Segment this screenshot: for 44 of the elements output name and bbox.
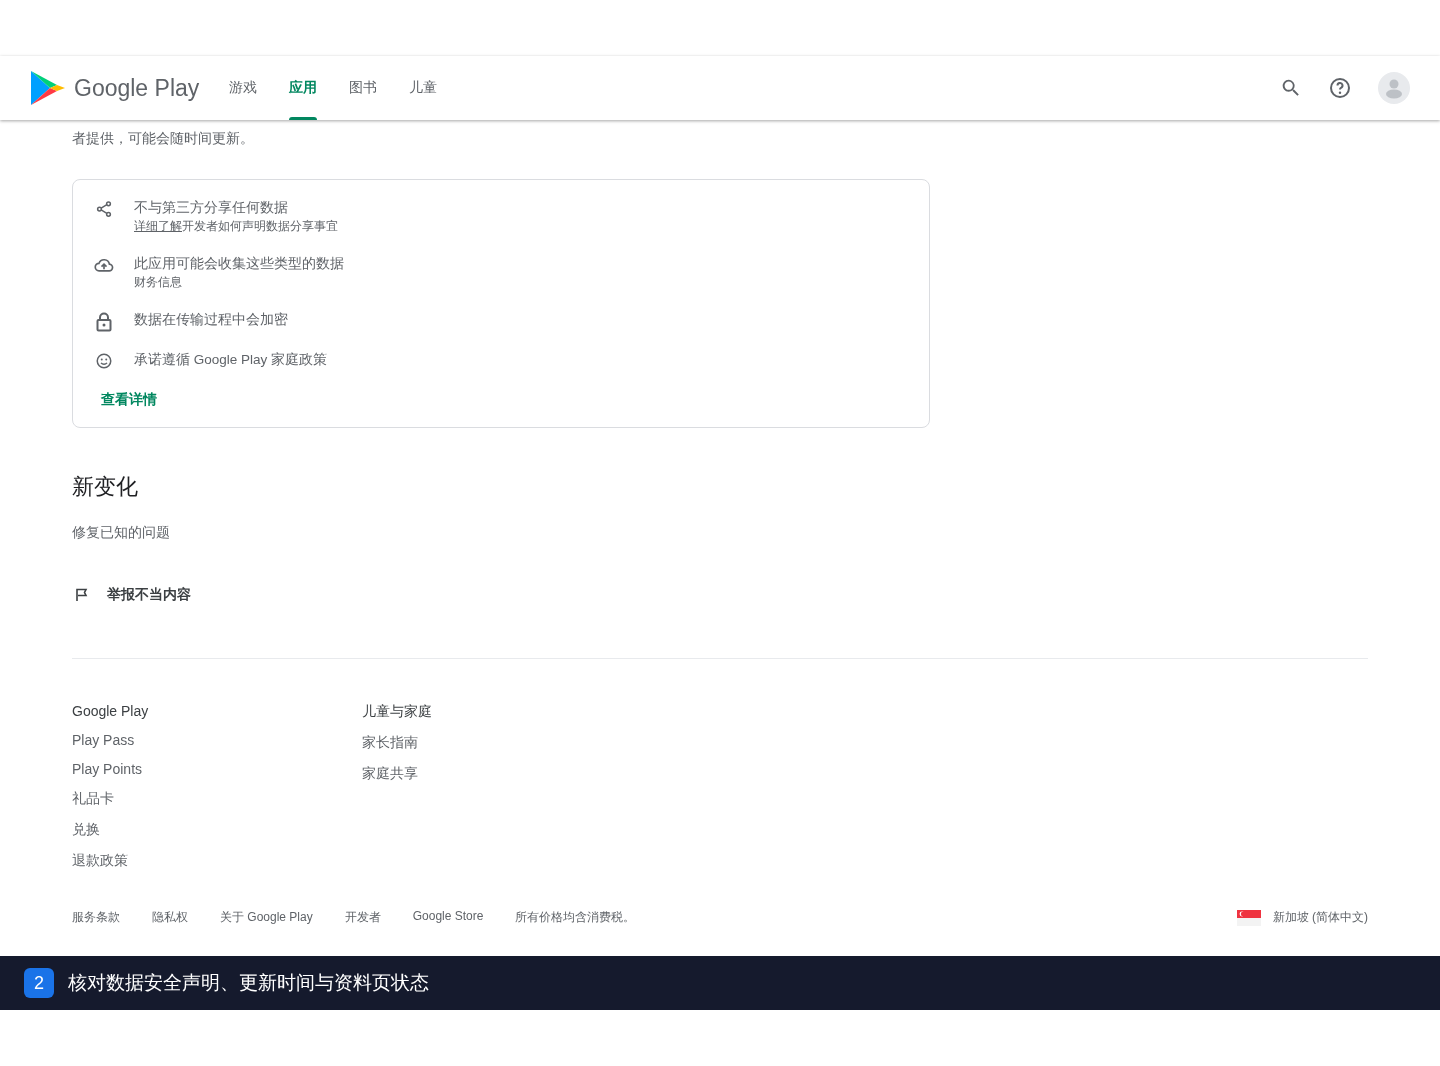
footer-link[interactable]: 关于 Google Play [220, 909, 313, 926]
safety-item-note: 财务信息 [134, 274, 183, 291]
flag-icon [75, 588, 89, 602]
cloud-upload-icon [94, 256, 114, 274]
footer-link[interactable]: 家庭共享 [362, 765, 652, 783]
learn-more-link[interactable]: 详细了解 [134, 219, 182, 233]
nav-tab[interactable]: 应用 [273, 56, 334, 120]
safety-item-title: 此应用可能会收集这些类型的数据 [134, 255, 344, 273]
footer-link[interactable]: Play Pass [72, 732, 362, 748]
nav-tab[interactable]: 儿童 [393, 56, 454, 120]
safety-item-title: 数据在传输过程中会加密 [134, 311, 288, 329]
safety-item-title: 不与第三方分享任何数据 [134, 199, 289, 217]
footer-link[interactable]: 兑换 [72, 821, 362, 839]
footer-link[interactable]: 开发者 [344, 909, 381, 926]
lock-icon [96, 312, 112, 332]
details-link[interactable]: 查看详情 [101, 391, 157, 409]
footer-link[interactable]: 所有价格均含消费税。 [515, 909, 636, 926]
help-icon[interactable] [1328, 76, 1352, 100]
footer-link[interactable]: Google Store [412, 909, 484, 926]
play-logo-icon[interactable] [30, 69, 66, 107]
nav-tab[interactable]: 图书 [333, 56, 394, 120]
brand-name[interactable]: Google Play [74, 74, 200, 102]
safety-item-note: 详细了解开发者如何声明数据分享事宜 [134, 218, 338, 235]
footer-link[interactable]: 礼品卡 [72, 790, 362, 808]
whats-new-text: 修复已知的问题 [72, 524, 171, 542]
region-link[interactable]: 新加坡 (简体中文) [1272, 909, 1368, 926]
caption-text: 核对数据安全声明、更新时间与资料页状态 [68, 971, 429, 995]
share-icon [95, 200, 113, 218]
nav-tab[interactable]: 游戏 [213, 56, 274, 120]
footer-heading[interactable]: 儿童与家庭 [362, 703, 652, 721]
footer-link[interactable]: 服务条款 [72, 909, 120, 926]
footer-link[interactable]: 家长指南 [362, 734, 652, 752]
safety-item-title: 承诺遵循 Google Play 家庭政策 [134, 351, 328, 369]
smiley-icon [95, 352, 113, 370]
section-title: 新变化 [72, 473, 139, 501]
search-icon[interactable] [1280, 77, 1302, 99]
footer-link[interactable]: 退款政策 [72, 852, 362, 870]
report-link[interactable]: 举报不当内容 [107, 586, 191, 604]
flag-icon [1236, 909, 1261, 926]
footer-link[interactable]: Play Points [72, 761, 362, 777]
step-badge: 2 [24, 968, 54, 998]
footer-link[interactable]: 隐私权 [152, 909, 188, 926]
intro-text: 者提供，可能会随时间更新。 [72, 130, 255, 148]
footer-heading[interactable]: Google Play [72, 703, 362, 719]
